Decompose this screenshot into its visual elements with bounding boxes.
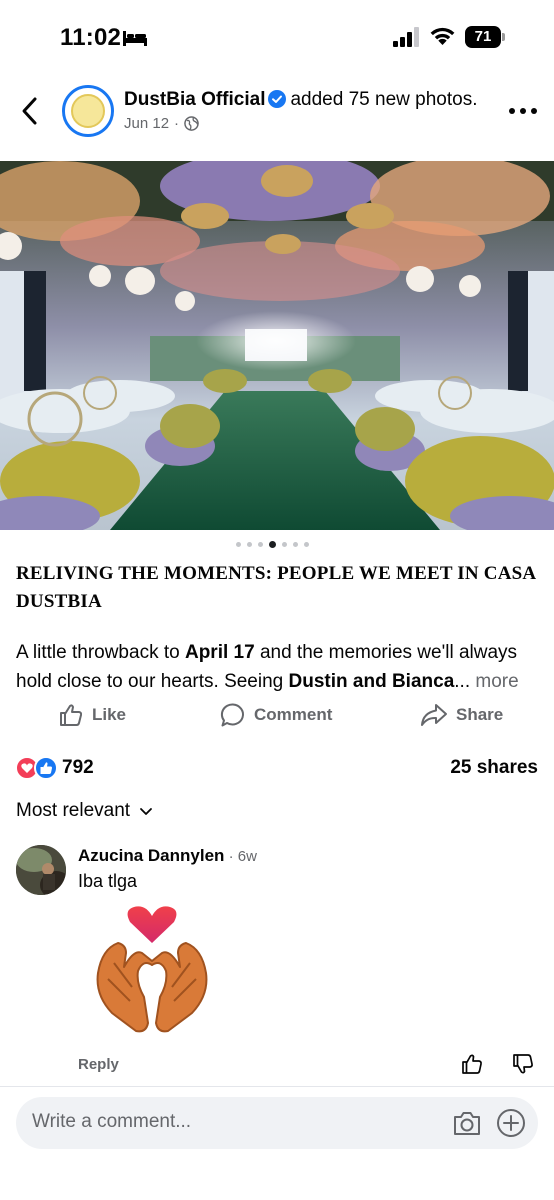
camera-icon[interactable] bbox=[452, 1109, 482, 1137]
status-time: 11:02 bbox=[60, 24, 122, 51]
verified-badge-icon bbox=[268, 90, 287, 108]
post-header: DustBia Official added 75 new photos. Jun… bbox=[0, 80, 554, 144]
venue-photo-illustration bbox=[0, 161, 554, 530]
caption-body: A little throwback to April 17 and the m… bbox=[16, 642, 519, 692]
comment-dislike-icon[interactable] bbox=[512, 1053, 534, 1075]
share-button[interactable]: Share bbox=[420, 702, 503, 728]
carousel-dot[interactable] bbox=[258, 542, 263, 547]
like-label: Like bbox=[92, 705, 127, 724]
commenter-name[interactable]: Azucina Dannylen · 6w bbox=[78, 846, 257, 866]
carousel-dot[interactable] bbox=[236, 542, 241, 547]
post-action-bar: Like Comment Share bbox=[0, 700, 554, 734]
wifi-icon bbox=[430, 27, 455, 45]
commenter-avatar[interactable] bbox=[16, 845, 66, 895]
caption-date: April 17 bbox=[184, 642, 255, 663]
comment-composer[interactable]: Write a comment... bbox=[16, 1097, 538, 1149]
battery-icon: 71 bbox=[465, 26, 505, 48]
comment-label: Comment bbox=[254, 705, 333, 724]
post-header-line: DustBia Official added 75 new photos. bbox=[124, 89, 477, 111]
see-more-link[interactable]: more bbox=[470, 671, 518, 692]
post-action-text: added 75 new photos. bbox=[290, 89, 478, 110]
carousel-dot[interactable] bbox=[269, 541, 276, 548]
comment: Azucina Dannylen · 6w Iba tlga Reply bbox=[16, 843, 538, 1083]
page-logo bbox=[71, 94, 105, 128]
comment-button[interactable]: Comment bbox=[220, 702, 332, 728]
carousel-dot[interactable] bbox=[293, 542, 298, 547]
shares-count[interactable]: 25 shares bbox=[450, 757, 538, 779]
add-icon[interactable] bbox=[496, 1108, 526, 1138]
post-date[interactable]: Jun 12 bbox=[124, 115, 169, 132]
comment-text: Iba tlga bbox=[78, 871, 138, 891]
share-label: Share bbox=[456, 705, 504, 724]
reaction-icons bbox=[16, 756, 58, 780]
comment-sort-dropdown[interactable]: Most relevant bbox=[16, 800, 153, 822]
page-avatar[interactable] bbox=[62, 85, 114, 137]
thumbs-up-icon bbox=[60, 704, 83, 726]
carousel-dot[interactable] bbox=[247, 542, 252, 547]
comment-like-icon[interactable] bbox=[461, 1053, 483, 1075]
carousel-indicator[interactable] bbox=[236, 541, 309, 548]
signal-icon bbox=[393, 27, 419, 47]
globe-icon bbox=[184, 116, 199, 131]
share-arrow-icon bbox=[421, 704, 447, 726]
bed-icon bbox=[123, 31, 147, 46]
like-button[interactable]: Like bbox=[58, 702, 126, 728]
battery-level: 71 bbox=[465, 26, 501, 48]
post-photo[interactable] bbox=[0, 161, 554, 530]
post-meta: Jun 12 · bbox=[124, 115, 199, 132]
reply-button[interactable]: Reply bbox=[78, 1056, 119, 1073]
reactions-summary[interactable]: 792 25 shares bbox=[16, 755, 538, 781]
reaction-count: 792 bbox=[62, 757, 94, 778]
back-button[interactable] bbox=[18, 94, 44, 128]
status-bar: 11:02 71 bbox=[0, 0, 554, 72]
sort-label: Most relevant bbox=[16, 800, 131, 821]
meta-separator: · bbox=[174, 115, 180, 132]
comment-input[interactable]: Write a comment... bbox=[32, 1111, 191, 1133]
like-reaction-icon bbox=[34, 756, 58, 780]
caption-names: Dustin and Bianca bbox=[288, 671, 455, 692]
page-name[interactable]: DustBia Official bbox=[124, 89, 265, 110]
heart-hands-sticker bbox=[96, 906, 208, 1033]
more-options-button[interactable] bbox=[509, 108, 537, 116]
carousel-dot[interactable] bbox=[304, 542, 309, 547]
comment-age: 6w bbox=[237, 848, 257, 865]
divider bbox=[0, 1086, 554, 1087]
chevron-down-icon bbox=[140, 808, 152, 815]
caption-title: RELIVING THE MOMENTS: PEOPLE WE MEET IN … bbox=[16, 563, 536, 612]
carousel-dot[interactable] bbox=[282, 542, 287, 547]
comment-bubble-icon bbox=[220, 703, 244, 727]
